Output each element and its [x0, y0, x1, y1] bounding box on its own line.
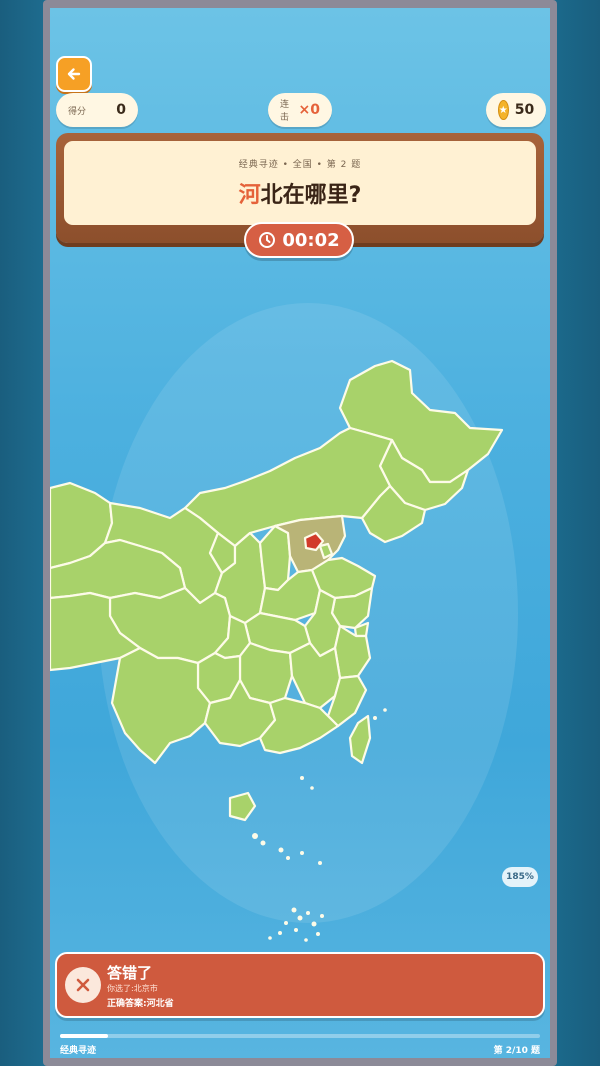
- coin-value: 50: [514, 102, 535, 118]
- mode-label: 经典寻迹: [60, 1046, 97, 1056]
- zoom-level-badge: 185%: [502, 867, 538, 887]
- score-pill: 得分 0: [56, 93, 138, 127]
- progress-fill: [60, 1034, 108, 1038]
- province-yunnan[interactable]: [110, 646, 212, 765]
- question-highlight: 河: [238, 183, 261, 208]
- province-taiwan[interactable]: [348, 714, 372, 765]
- wrong-badge: [65, 967, 101, 1003]
- south-china-sea-islands: [252, 833, 324, 942]
- result-picked: 你选了:北京市: [107, 984, 158, 993]
- game-screen: 得分 0 连击 ×0 ★ 50 经典寻迹 • 全国 • 第 2 题 河北在哪里?…: [50, 8, 550, 1058]
- back-button[interactable]: [56, 56, 92, 92]
- question-subtitle: 经典寻迹 • 全国 • 第 2 题: [238, 160, 362, 170]
- progress-bar: [60, 1034, 540, 1038]
- combo-pill: 连击 ×0: [268, 93, 332, 127]
- question-title: 河北在哪里?: [64, 177, 536, 209]
- coin-icon: ★: [497, 100, 509, 120]
- combo-value: ×0: [298, 102, 320, 118]
- combo-label: 连击: [280, 100, 290, 123]
- question-card: 经典寻迹 • 全国 • 第 2 题 河北在哪里?: [64, 141, 536, 225]
- score-label: 得分: [68, 106, 87, 117]
- result-banner: 答错了 你选了:北京市 正确答案:河北省: [55, 952, 545, 1018]
- province-jiangxi[interactable]: [288, 641, 342, 710]
- province-guangdong[interactable]: [258, 696, 340, 755]
- question-counter: 第 2/10 题: [493, 1046, 540, 1056]
- clock-icon: [259, 232, 276, 248]
- province-shanxi[interactable]: [258, 524, 292, 592]
- coin-pill: ★ 50: [486, 93, 546, 127]
- question-rest: 北在哪里?: [260, 183, 362, 208]
- result-answer: 正确答案:河北省: [107, 999, 174, 1009]
- china-map[interactable]: [50, 358, 550, 948]
- arrow-left-icon: [67, 68, 81, 80]
- timer-value: 00:02: [282, 229, 340, 251]
- score-value: 0: [116, 102, 126, 118]
- close-icon: [76, 978, 90, 992]
- province-hainan[interactable]: [228, 791, 257, 822]
- result-title: 答错了: [107, 964, 153, 982]
- timer-badge: 00:02: [244, 222, 354, 258]
